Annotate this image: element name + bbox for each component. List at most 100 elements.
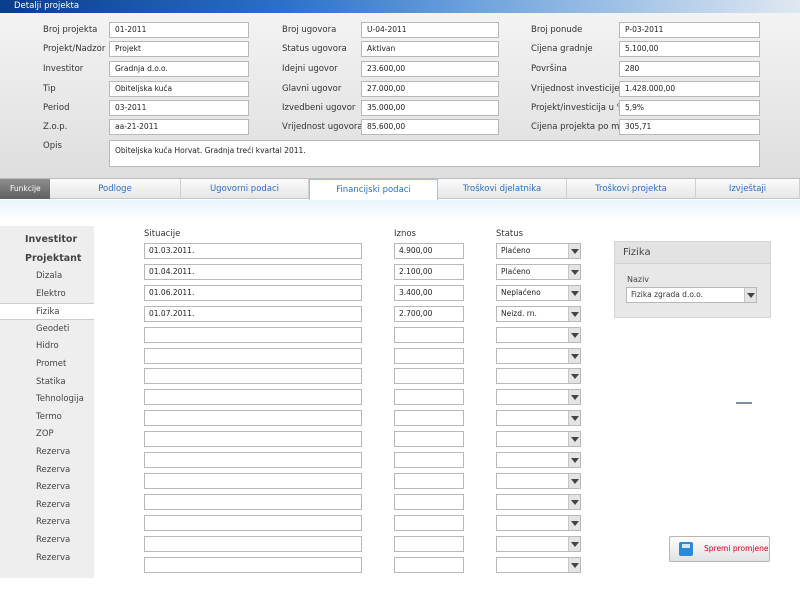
iznos-input[interactable] bbox=[394, 556, 464, 573]
iznos-input[interactable]: 2.700,00 bbox=[394, 305, 464, 322]
status-ugovora-field[interactable]: Aktivan bbox=[361, 41, 499, 57]
situacija-input[interactable] bbox=[144, 347, 362, 364]
status-select[interactable] bbox=[496, 472, 581, 489]
status-select[interactable]: Neizd. rn. bbox=[496, 305, 581, 322]
status-select[interactable] bbox=[496, 347, 581, 364]
iznos-input[interactable] bbox=[394, 452, 464, 468]
sidebar-item-rezerva[interactable]: Rezerva bbox=[0, 479, 94, 496]
chevron-down-icon[interactable] bbox=[568, 369, 580, 384]
investitor-field[interactable]: Gradnja d.o.o. bbox=[109, 61, 249, 77]
status-select[interactable] bbox=[496, 452, 581, 468]
situacija-input[interactable] bbox=[144, 326, 362, 343]
tab-podloge[interactable]: Podloge bbox=[50, 179, 181, 199]
cijena-projekta-po-m-field[interactable]: 305,71 bbox=[619, 119, 760, 135]
status-select[interactable]: Plaćeno bbox=[496, 263, 581, 280]
iznos-input[interactable] bbox=[394, 347, 464, 364]
tab-financijski-podaci[interactable]: Financijski podaci bbox=[309, 179, 438, 200]
izvedbeni-ugovor-field[interactable]: 35.000,00 bbox=[361, 100, 499, 116]
iznos-input[interactable]: 3.400,00 bbox=[394, 284, 464, 301]
tab-ugovorni-podaci[interactable]: Ugovorni podaci bbox=[181, 179, 309, 199]
iznos-input[interactable] bbox=[394, 410, 464, 427]
iznos-input[interactable]: 4.900,00 bbox=[394, 243, 464, 259]
situacija-input[interactable] bbox=[144, 493, 362, 510]
situacija-input[interactable]: 01.03.2011. bbox=[144, 243, 362, 259]
opis-field[interactable]: Obiteljska kuća Horvat. Gradnja treći kv… bbox=[109, 140, 760, 167]
chevron-down-icon[interactable] bbox=[568, 327, 580, 342]
sidebar-item-fizika[interactable]: Fizika bbox=[0, 303, 94, 321]
povrsina-field[interactable]: 280 bbox=[619, 61, 760, 77]
chevron-down-icon[interactable] bbox=[568, 432, 580, 447]
save-button[interactable]: Spremi promjene bbox=[669, 536, 770, 562]
situacija-input[interactable] bbox=[144, 389, 362, 406]
chevron-down-icon[interactable] bbox=[568, 244, 580, 258]
tab-izvjestaji[interactable]: Izvještaji bbox=[696, 179, 800, 199]
projekt-nadzor-field[interactable]: Projekt bbox=[109, 41, 249, 57]
chevron-down-icon[interactable] bbox=[568, 264, 580, 279]
scroll-handle[interactable] bbox=[736, 402, 752, 404]
period-field[interactable]: 03-2011 bbox=[109, 100, 249, 116]
chevron-down-icon[interactable] bbox=[568, 557, 580, 572]
chevron-down-icon[interactable] bbox=[568, 285, 580, 300]
status-select[interactable]: Neplaćeno bbox=[496, 284, 581, 301]
situacija-input[interactable] bbox=[144, 452, 362, 468]
projekt-investicija-u-field[interactable]: 5,9% bbox=[619, 100, 760, 116]
vrijednost-investicije-field[interactable]: 1.428.000,00 bbox=[619, 81, 760, 97]
status-select[interactable] bbox=[496, 326, 581, 343]
iznos-input[interactable]: 2.100,00 bbox=[394, 263, 464, 280]
chevron-down-icon[interactable] bbox=[744, 288, 756, 302]
cijena-gradnje-field[interactable]: 5.100,00 bbox=[619, 41, 760, 57]
sidebar-item-tehnologija[interactable]: Tehnologija bbox=[0, 391, 94, 408]
iznos-input[interactable] bbox=[394, 326, 464, 343]
situacija-input[interactable] bbox=[144, 410, 362, 427]
broj-ponude-field[interactable]: P-03-2011 bbox=[619, 22, 760, 38]
iznos-input[interactable] bbox=[394, 535, 464, 552]
chevron-down-icon[interactable] bbox=[568, 473, 580, 488]
situacija-input[interactable]: 01.07.2011. bbox=[144, 305, 362, 322]
sidebar-heading-projektant[interactable]: Projektant bbox=[0, 250, 94, 267]
iznos-input[interactable] bbox=[394, 493, 464, 510]
status-select[interactable] bbox=[496, 389, 581, 406]
chevron-down-icon[interactable] bbox=[568, 348, 580, 363]
z-o-p-field[interactable]: aa-21-2011 bbox=[109, 119, 249, 135]
iznos-input[interactable] bbox=[394, 368, 464, 385]
chevron-down-icon[interactable] bbox=[568, 390, 580, 405]
naziv-select[interactable]: Fizika zgrada d.o.o. bbox=[626, 287, 757, 303]
iznos-input[interactable] bbox=[394, 514, 464, 531]
situacija-input[interactable] bbox=[144, 472, 362, 489]
broj-ugovora-field[interactable]: U-04-2011 bbox=[361, 22, 499, 38]
chevron-down-icon[interactable] bbox=[568, 494, 580, 509]
sidebar-item-elektro[interactable]: Elektro bbox=[0, 286, 94, 303]
sidebar-item-dizala[interactable]: Dizala bbox=[0, 268, 94, 285]
tab-troskovi-projekta[interactable]: Troškovi projekta bbox=[567, 179, 696, 199]
status-select[interactable] bbox=[496, 431, 581, 448]
situacija-input[interactable] bbox=[144, 535, 362, 552]
glavni-ugovor-field[interactable]: 27.000,00 bbox=[361, 81, 499, 97]
sidebar-item-termo[interactable]: Termo bbox=[0, 409, 94, 426]
chevron-down-icon[interactable] bbox=[568, 515, 580, 530]
situacija-input[interactable] bbox=[144, 514, 362, 531]
situacija-input[interactable] bbox=[144, 556, 362, 573]
iznos-input[interactable] bbox=[394, 472, 464, 489]
sidebar-item-hidro[interactable]: Hidro bbox=[0, 338, 94, 355]
sidebar-item-statika[interactable]: Statika bbox=[0, 374, 94, 391]
chevron-down-icon[interactable] bbox=[568, 306, 580, 321]
sidebar-item-rezerva[interactable]: Rezerva bbox=[0, 532, 94, 549]
tab-troskovi-djelatnika[interactable]: Troškovi djelatnika bbox=[438, 179, 567, 199]
functions-tab[interactable]: Funkcije bbox=[0, 179, 50, 199]
status-select[interactable] bbox=[496, 514, 581, 531]
idejni-ugovor-field[interactable]: 23.600,00 bbox=[361, 61, 499, 77]
chevron-down-icon[interactable] bbox=[568, 411, 580, 426]
situacija-input[interactable]: 01.06.2011. bbox=[144, 284, 362, 301]
iznos-input[interactable] bbox=[394, 389, 464, 406]
vrijednost-ugovora-field[interactable]: 85.600,00 bbox=[361, 119, 499, 135]
sidebar-item-rezerva[interactable]: Rezerva bbox=[0, 550, 94, 567]
broj-projekta-field[interactable]: 01-2011 bbox=[109, 22, 249, 38]
sidebar-item-rezerva[interactable]: Rezerva bbox=[0, 444, 94, 461]
sidebar-item-promet[interactable]: Promet bbox=[0, 356, 94, 373]
chevron-down-icon[interactable] bbox=[568, 536, 580, 551]
status-select[interactable] bbox=[496, 535, 581, 552]
status-select[interactable] bbox=[496, 410, 581, 427]
sidebar-item-rezerva[interactable]: Rezerva bbox=[0, 514, 94, 531]
status-select[interactable] bbox=[496, 493, 581, 510]
iznos-input[interactable] bbox=[394, 431, 464, 448]
